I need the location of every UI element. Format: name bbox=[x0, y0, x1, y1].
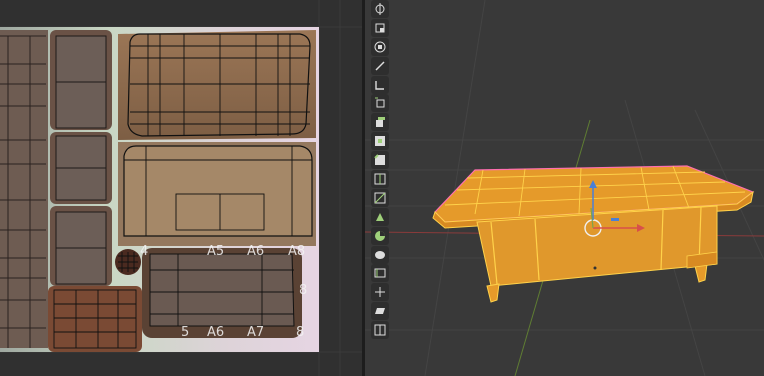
tile-label-a8-right: 8 bbox=[299, 283, 308, 298]
shear-tool[interactable] bbox=[371, 302, 389, 321]
knife-tool[interactable] bbox=[371, 188, 389, 207]
inset-icon bbox=[375, 136, 385, 147]
spin-tool[interactable] bbox=[371, 226, 389, 245]
cursor-icon bbox=[375, 3, 385, 15]
annotate-tool[interactable] bbox=[371, 56, 389, 75]
smooth-icon bbox=[375, 250, 385, 259]
smooth-tool[interactable] bbox=[371, 245, 389, 264]
tile-label-a8-bottom: 8 bbox=[296, 325, 305, 340]
loop-cut-icon bbox=[374, 173, 386, 185]
tile-label-a8-top: A8 bbox=[288, 244, 306, 259]
poly-build-icon bbox=[376, 212, 384, 221]
tile-label-a4: 4 bbox=[140, 244, 149, 259]
uv-island-second-column bbox=[50, 30, 112, 286]
extrude-icon bbox=[376, 117, 385, 128]
edge-slide-tool[interactable] bbox=[371, 264, 389, 283]
add-cube-tool[interactable] bbox=[371, 94, 389, 113]
rip-region-icon bbox=[374, 324, 386, 336]
knife-icon bbox=[374, 192, 386, 204]
inset-tool[interactable] bbox=[371, 132, 389, 151]
measure-icon bbox=[375, 80, 384, 90]
uv-island-middle bbox=[118, 142, 316, 246]
transform-icon bbox=[374, 41, 386, 53]
shear-icon bbox=[375, 308, 385, 315]
tile-label-a6-top: A6 bbox=[247, 244, 265, 259]
uv-island-top-large bbox=[118, 30, 316, 140]
bevel-tool[interactable] bbox=[371, 151, 389, 170]
tool-shelf bbox=[369, 0, 391, 340]
viewport-scene[interactable] bbox=[365, 0, 764, 376]
scale-cage-tool[interactable] bbox=[371, 18, 389, 37]
shrink-fatten-icon bbox=[375, 287, 385, 298]
poly-build-tool[interactable] bbox=[371, 207, 389, 226]
rip-region-tool[interactable] bbox=[371, 321, 389, 340]
extrude-tool[interactable] bbox=[371, 113, 389, 132]
scale-cage-icon bbox=[375, 23, 385, 33]
3d-viewport[interactable] bbox=[365, 0, 764, 376]
uv-texture-canvas[interactable] bbox=[0, 0, 362, 376]
tile-label-a7: A7 bbox=[247, 325, 265, 340]
tile-label-a5: 5 bbox=[181, 325, 190, 340]
edge-slide-icon bbox=[374, 268, 386, 278]
tile-label-a5-top: A5 bbox=[207, 244, 225, 259]
cursor-tool[interactable] bbox=[371, 0, 389, 18]
uv-island-left-column bbox=[0, 30, 48, 348]
measure-tool[interactable] bbox=[371, 75, 389, 94]
uv-editor[interactable]: A8 8 4 A5 A6 5 A6 A7 8 bbox=[0, 0, 362, 376]
add-cube-icon bbox=[375, 97, 385, 108]
tile-label-a6: A6 bbox=[207, 325, 225, 340]
bevel-icon bbox=[374, 154, 385, 166]
transform-tool[interactable] bbox=[371, 37, 389, 56]
loop-cut-tool[interactable] bbox=[371, 170, 389, 189]
shrink-fatten-tool[interactable] bbox=[371, 283, 389, 302]
spin-icon bbox=[375, 230, 385, 241]
annotate-icon bbox=[375, 61, 385, 71]
